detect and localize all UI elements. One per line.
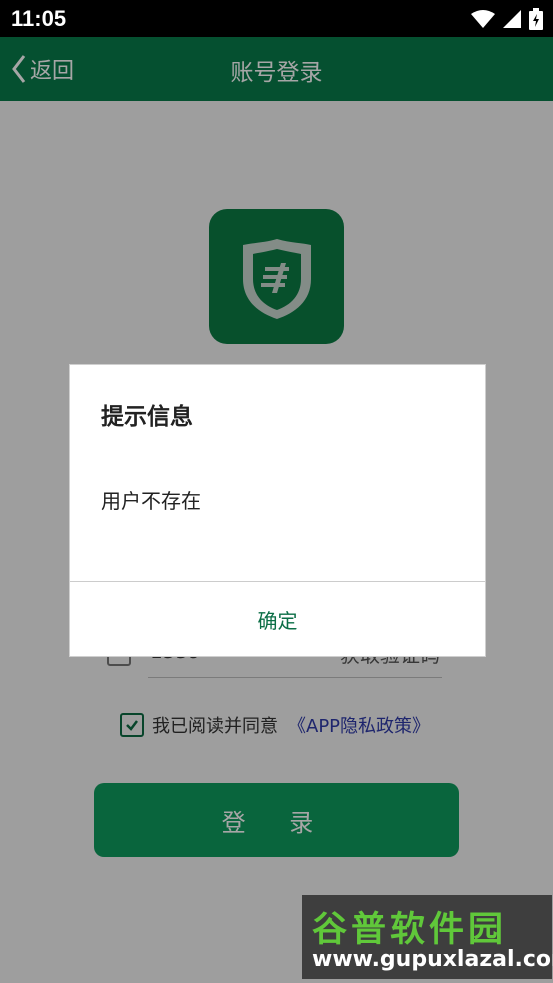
status-icons: [471, 8, 543, 30]
watermark-title: 谷普软件园: [312, 910, 508, 950]
wifi-icon: [471, 10, 495, 28]
battery-icon: [529, 8, 543, 30]
status-time: 11:05: [11, 6, 67, 31]
watermark: 谷普软件园 www.gupuxlazal.com: [302, 895, 553, 979]
dialog-message: 用户不存在: [101, 489, 201, 513]
dialog-title: 提示信息: [101, 404, 193, 430]
alert-dialog: 提示信息 用户不存在 确定: [69, 364, 486, 657]
status-bar: 11:05: [0, 0, 553, 37]
watermark-url: www.gupuxlazal.com: [312, 947, 553, 972]
signal-icon: [503, 10, 521, 28]
confirm-button[interactable]: 确定: [70, 582, 485, 656]
